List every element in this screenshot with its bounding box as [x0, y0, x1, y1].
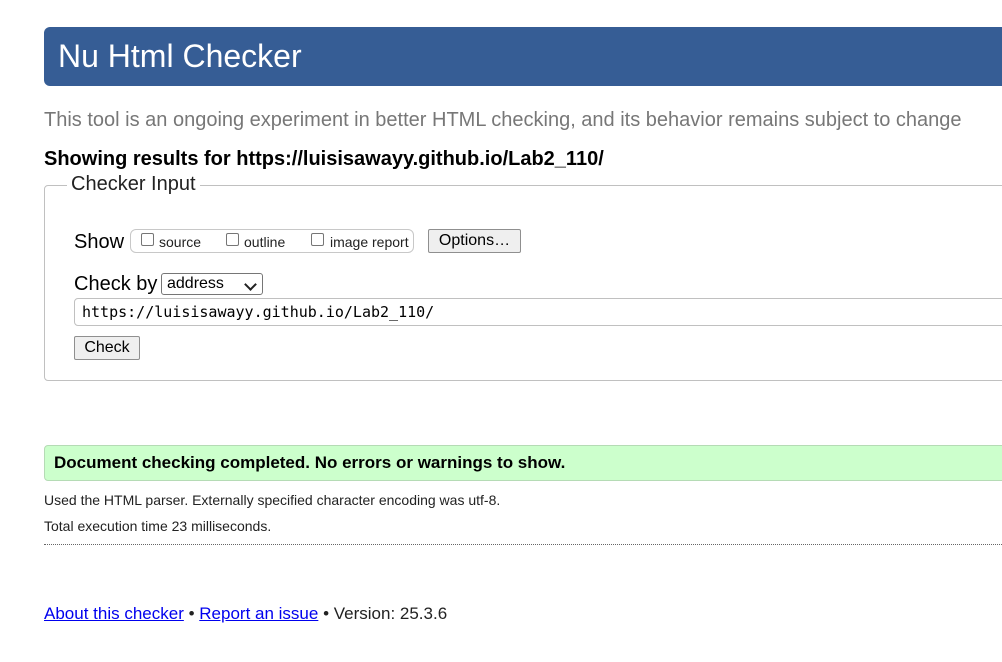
footer: About this checker • Report an issue • V… — [44, 604, 447, 624]
header-bar: Nu Html Checker — [44, 27, 1002, 86]
parser-info: Used the HTML parser. Externally specifi… — [44, 492, 501, 508]
show-options-group: source outline image report — [130, 229, 414, 253]
source-checkbox[interactable] — [141, 233, 154, 246]
footer-separator: • — [183, 604, 200, 623]
options-button[interactable]: Options… — [428, 229, 521, 253]
image-report-checkbox[interactable] — [311, 233, 324, 246]
check-by-selected-value: address — [167, 275, 224, 292]
show-label: Show — [74, 231, 125, 253]
outline-checkbox[interactable] — [226, 233, 239, 246]
check-by-label: Check by — [74, 273, 158, 295]
status-message-box: Document checking completed. No errors o… — [44, 445, 1002, 481]
image-report-checkbox-label[interactable]: image report — [330, 234, 409, 250]
page-title: Nu Html Checker — [58, 38, 302, 74]
about-checker-link[interactable]: About this checker — [44, 604, 184, 623]
tagline: This tool is an ongoing experiment in be… — [44, 109, 962, 131]
results-url: https://luisisawayy.github.io/Lab2_110/ — [236, 148, 604, 170]
check-button[interactable]: Check — [74, 336, 140, 360]
chevron-down-icon — [244, 278, 257, 291]
source-checkbox-label[interactable]: source — [159, 234, 201, 250]
url-input-value: https://luisisawayy.github.io/Lab2_110/ — [82, 303, 435, 321]
results-heading: Showing results for https://luisisawayy.… — [44, 147, 604, 171]
status-message: Document checking completed. No errors o… — [54, 453, 566, 472]
divider — [44, 544, 1002, 545]
url-input[interactable]: https://luisisawayy.github.io/Lab2_110/ — [74, 298, 1002, 326]
report-issue-link[interactable]: Report an issue — [199, 604, 318, 623]
outline-checkbox-label[interactable]: outline — [244, 234, 285, 250]
execution-time-info: Total execution time 23 milliseconds. — [44, 518, 272, 534]
checker-input-legend: Checker Input — [67, 172, 200, 196]
version-text: • Version: 25.3.6 — [318, 604, 448, 623]
check-by-select[interactable]: address — [161, 273, 263, 295]
results-prefix: Showing results for — [44, 148, 237, 170]
page: Nu Html Checker This tool is an ongoing … — [0, 0, 1002, 662]
